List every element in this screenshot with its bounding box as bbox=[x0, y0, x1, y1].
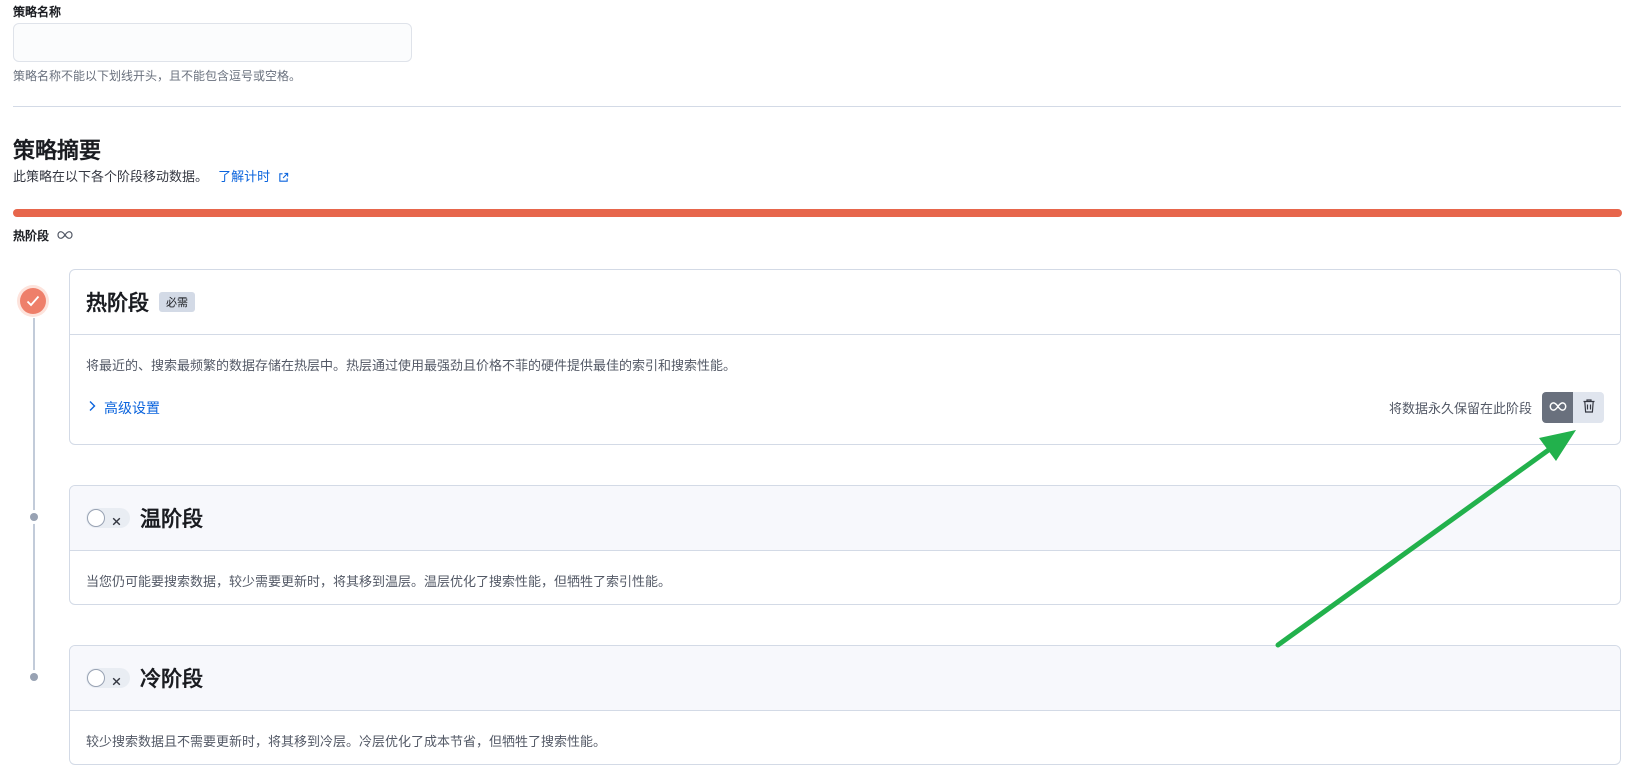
toggle-knob bbox=[87, 509, 105, 527]
hot-phase-header: 热阶段 必需 bbox=[70, 270, 1620, 335]
retain-forever-group: 将数据永久保留在此阶段 bbox=[1389, 392, 1604, 423]
timeline-bar-label-text: 热阶段 bbox=[13, 229, 50, 243]
policy-name-label: 策略名称 bbox=[13, 5, 62, 19]
external-link-icon bbox=[278, 172, 289, 187]
close-icon bbox=[111, 512, 122, 531]
hot-phase-panel: 热阶段 必需 将最近的、搜索最频繁的数据存储在热层中。热层通过使用最强劲且价格不… bbox=[69, 269, 1621, 445]
hot-phase-description: 将最近的、搜索最频繁的数据存储在热层中。热层通过使用最强劲且价格不菲的硬件提供最… bbox=[86, 359, 737, 374]
cold-phase-toggle[interactable] bbox=[86, 668, 130, 688]
keep-forever-button[interactable] bbox=[1542, 392, 1573, 423]
policy-name-help-text: 策略名称不能以下划线开头，且不能包含逗号或空格。 bbox=[13, 69, 302, 83]
summary-description: 此策略在以下各个阶段移动数据。 了解计时 bbox=[13, 166, 289, 187]
warm-phase-description: 当您仍可能要搜索数据，较少需要更新时，将其移到温层。温层优化了搜索性能，但牺牲了… bbox=[86, 575, 672, 590]
cold-phase-description: 较少搜索数据且不需要更新时，将其移到冷层。冷层优化了成本节省，但牺牲了搜索性能。 bbox=[86, 735, 607, 750]
hot-phase-title: 热阶段 bbox=[86, 291, 149, 315]
warm-phase-panel: 温阶段 当您仍可能要搜索数据，较少需要更新时，将其移到温层。温层优化了搜索性能，… bbox=[69, 485, 1621, 605]
phase-timeline-line bbox=[33, 318, 35, 678]
chevron-right-icon bbox=[88, 400, 96, 416]
hot-phase-actions-row: 高级设置 将数据永久保留在此阶段 bbox=[70, 374, 1620, 423]
infinity-icon bbox=[1549, 400, 1567, 415]
warm-phase-header: 温阶段 bbox=[70, 486, 1620, 551]
hot-phase-timeline-bar bbox=[13, 209, 1622, 217]
cold-phase-header: 冷阶段 bbox=[70, 646, 1620, 711]
warm-phase-toggle[interactable] bbox=[86, 508, 130, 528]
summary-description-text: 此策略在以下各个阶段移动数据。 bbox=[13, 170, 209, 185]
cold-phase-panel: 冷阶段 较少搜索数据且不需要更新时，将其移到冷层。冷层优化了成本节省，但牺牲了搜… bbox=[69, 645, 1621, 765]
learn-timing-link[interactable]: 了解计时 bbox=[218, 170, 289, 185]
warm-phase-step bbox=[30, 513, 38, 521]
hot-phase-step bbox=[20, 288, 46, 314]
trash-icon bbox=[1582, 398, 1596, 417]
required-badge: 必需 bbox=[159, 292, 195, 312]
cold-phase-step bbox=[30, 673, 38, 681]
advanced-settings-label: 高级设置 bbox=[104, 400, 160, 417]
toggle-knob bbox=[87, 669, 105, 687]
policy-name-input[interactable] bbox=[13, 23, 412, 62]
delete-data-button[interactable] bbox=[1573, 392, 1604, 423]
advanced-settings-toggle[interactable]: 高级设置 bbox=[88, 398, 160, 418]
summary-title: 策略摘要 bbox=[13, 139, 102, 164]
timeline-bar-label: 热阶段 bbox=[13, 227, 73, 244]
retain-button-group bbox=[1542, 392, 1604, 423]
section-divider bbox=[13, 106, 1621, 107]
check-icon bbox=[26, 292, 40, 311]
retain-forever-label: 将数据永久保留在此阶段 bbox=[1388, 402, 1532, 417]
infinity-icon bbox=[57, 229, 73, 243]
close-icon bbox=[111, 672, 122, 691]
cold-phase-title: 冷阶段 bbox=[140, 667, 203, 691]
learn-timing-link-label: 了解计时 bbox=[218, 170, 271, 185]
warm-phase-title: 温阶段 bbox=[140, 507, 203, 531]
